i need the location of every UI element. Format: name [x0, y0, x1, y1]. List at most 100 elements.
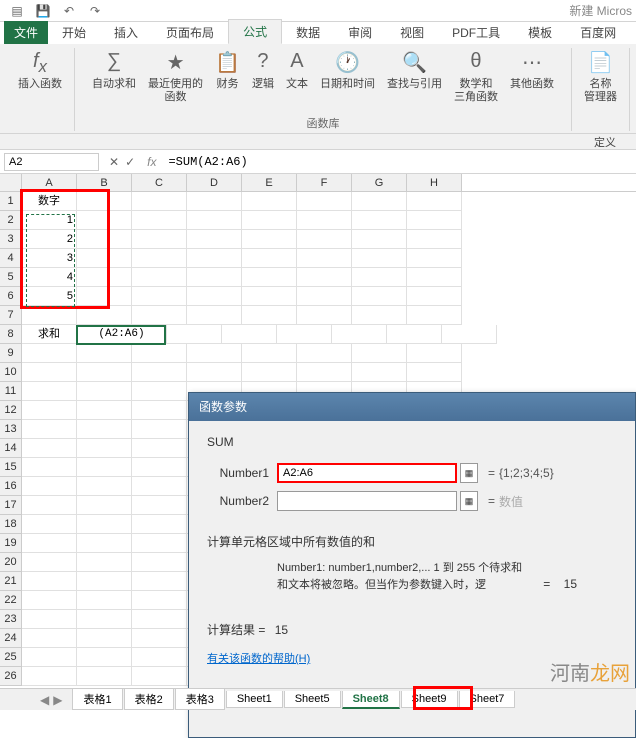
- cell-B18[interactable]: [77, 515, 132, 534]
- cell-C2[interactable]: [132, 211, 187, 230]
- col-E[interactable]: E: [242, 174, 297, 191]
- cell-B26[interactable]: [77, 667, 132, 686]
- cell-A8[interactable]: 求和: [22, 325, 77, 344]
- col-B[interactable]: B: [77, 174, 132, 191]
- cell-C7[interactable]: [132, 306, 187, 325]
- cell-A9[interactable]: [22, 344, 77, 363]
- cell-C23[interactable]: [132, 610, 187, 629]
- row-header[interactable]: 3: [0, 230, 22, 249]
- row-header[interactable]: 9: [0, 344, 22, 363]
- cell-A19[interactable]: [22, 534, 77, 553]
- cell-C3[interactable]: [132, 230, 187, 249]
- cell-A22[interactable]: [22, 591, 77, 610]
- cell-F8[interactable]: [332, 325, 387, 344]
- name-manager-button[interactable]: 📄名称 管理器: [580, 48, 621, 106]
- cell-A7[interactable]: [22, 306, 77, 325]
- col-F[interactable]: F: [297, 174, 352, 191]
- col-A[interactable]: A: [22, 174, 77, 191]
- cell-C6[interactable]: [132, 287, 187, 306]
- cell-H5[interactable]: [407, 268, 462, 287]
- cell-A5[interactable]: 4: [22, 268, 77, 287]
- cell-D9[interactable]: [187, 344, 242, 363]
- cell-A21[interactable]: [22, 572, 77, 591]
- tab-pdf[interactable]: PDF工具: [438, 21, 514, 44]
- cell-A25[interactable]: [22, 648, 77, 667]
- cell-C8[interactable]: [167, 325, 222, 344]
- cell-G2[interactable]: [352, 211, 407, 230]
- sheet-tab-5[interactable]: Sheet5: [284, 691, 341, 708]
- sheet-tab-8[interactable]: Sheet7: [459, 691, 516, 708]
- cell-A26[interactable]: [22, 667, 77, 686]
- row-header[interactable]: 14: [0, 439, 22, 458]
- cell-A23[interactable]: [22, 610, 77, 629]
- cell-B10[interactable]: [77, 363, 132, 382]
- cell-B12[interactable]: [77, 401, 132, 420]
- cell-B25[interactable]: [77, 648, 132, 667]
- cell-D8[interactable]: [222, 325, 277, 344]
- cell-F4[interactable]: [297, 249, 352, 268]
- cell-H3[interactable]: [407, 230, 462, 249]
- cell-A4[interactable]: 3: [22, 249, 77, 268]
- tab-view[interactable]: 视图: [386, 21, 438, 44]
- cell-G8[interactable]: [387, 325, 442, 344]
- cell-F7[interactable]: [297, 306, 352, 325]
- cell-E3[interactable]: [242, 230, 297, 249]
- cell-B3[interactable]: [77, 230, 132, 249]
- row-header[interactable]: 26: [0, 667, 22, 686]
- cell-B11[interactable]: [77, 382, 132, 401]
- cell-F9[interactable]: [297, 344, 352, 363]
- cell-B5[interactable]: [77, 268, 132, 287]
- cell-B17[interactable]: [77, 496, 132, 515]
- tab-baidu[interactable]: 百度网: [566, 21, 630, 44]
- cell-F10[interactable]: [297, 363, 352, 382]
- cell-C10[interactable]: [132, 363, 187, 382]
- cell-E7[interactable]: [242, 306, 297, 325]
- cell-A20[interactable]: [22, 553, 77, 572]
- cell-C25[interactable]: [132, 648, 187, 667]
- sheet-tab-4[interactable]: Sheet1: [226, 691, 283, 708]
- cell-C17[interactable]: [132, 496, 187, 515]
- row-header[interactable]: 21: [0, 572, 22, 591]
- tab-template[interactable]: 模板: [514, 21, 566, 44]
- cell-C16[interactable]: [132, 477, 187, 496]
- confirm-icon[interactable]: ✓: [125, 155, 135, 169]
- cell-D3[interactable]: [187, 230, 242, 249]
- cell-B22[interactable]: [77, 591, 132, 610]
- tab-next-icon[interactable]: ▶: [53, 693, 62, 707]
- fx-icon[interactable]: fx: [141, 155, 162, 169]
- cell-B16[interactable]: [77, 477, 132, 496]
- row-header[interactable]: 20: [0, 553, 22, 572]
- row-header[interactable]: 8: [0, 325, 22, 344]
- cell-C18[interactable]: [132, 515, 187, 534]
- cell-E9[interactable]: [242, 344, 297, 363]
- name-box[interactable]: [4, 153, 99, 171]
- row-header[interactable]: 11: [0, 382, 22, 401]
- cell-H7[interactable]: [407, 306, 462, 325]
- row-header[interactable]: 25: [0, 648, 22, 667]
- cell-A10[interactable]: [22, 363, 77, 382]
- cell-E1[interactable]: [242, 192, 297, 211]
- dialog-help-link[interactable]: 有关该函数的帮助(H): [207, 650, 310, 666]
- cell-F1[interactable]: [297, 192, 352, 211]
- financial-button[interactable]: 📋财务: [211, 48, 244, 106]
- tab-data[interactable]: 数据: [282, 21, 334, 44]
- cell-B19[interactable]: [77, 534, 132, 553]
- cell-B15[interactable]: [77, 458, 132, 477]
- dialog-title[interactable]: 函数参数: [189, 393, 635, 421]
- tab-home[interactable]: 开始: [48, 21, 100, 44]
- sheet-tab-3[interactable]: 表格3: [175, 689, 225, 710]
- autosum-button[interactable]: ∑自动求和: [88, 48, 140, 106]
- cell-A18[interactable]: [22, 515, 77, 534]
- cell-D10[interactable]: [187, 363, 242, 382]
- tab-review[interactable]: 审阅: [334, 21, 386, 44]
- cell-C26[interactable]: [132, 667, 187, 686]
- cell-E8[interactable]: [277, 325, 332, 344]
- redo-icon[interactable]: ↷: [86, 4, 104, 18]
- row-header[interactable]: 17: [0, 496, 22, 515]
- cell-E4[interactable]: [242, 249, 297, 268]
- row-header[interactable]: 23: [0, 610, 22, 629]
- cell-D6[interactable]: [187, 287, 242, 306]
- row-header[interactable]: 10: [0, 363, 22, 382]
- cell-G3[interactable]: [352, 230, 407, 249]
- col-G[interactable]: G: [352, 174, 407, 191]
